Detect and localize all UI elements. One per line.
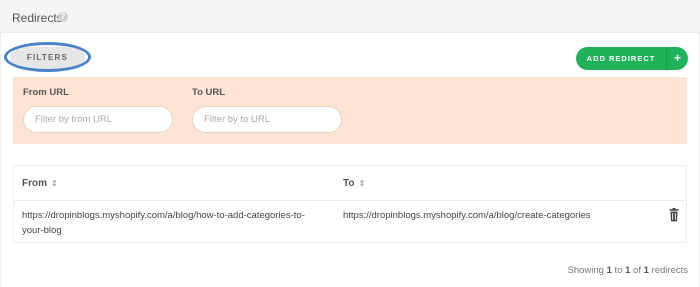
column-header-to-label: To: [343, 178, 355, 189]
sort-icon: ⇕: [51, 179, 58, 188]
pagination-total: 1: [643, 265, 649, 276]
add-redirect-label: ADD REDIRECT: [586, 54, 656, 63]
from-url-label: From URL: [23, 87, 69, 98]
pagination-suffix: redirects: [651, 265, 688, 276]
page-header: Redirects ?: [0, 0, 700, 33]
column-header-to[interactable]: To ⇕: [343, 178, 365, 189]
pagination-start: 1: [606, 265, 612, 276]
filter-panel: From URL To URL: [13, 77, 687, 144]
from-url-input[interactable]: [23, 106, 173, 133]
filters-button[interactable]: FILTERS: [10, 47, 85, 69]
page-title: Redirects: [12, 11, 63, 25]
column-header-from[interactable]: From ⇕: [22, 178, 58, 189]
pagination-prefix: Showing: [567, 265, 604, 276]
plus-icon[interactable]: +: [667, 47, 688, 70]
to-url-label: To URL: [192, 87, 226, 98]
cell-to: https://dropinblogs.myshopify.com/a/blog…: [343, 210, 591, 221]
add-redirect-button[interactable]: ADD REDIRECT +: [576, 47, 688, 70]
redirects-table: From ⇕ To ⇕ https://dropinblogs.myshopify.…: [13, 165, 687, 243]
question-circle-icon[interactable]: ?: [58, 12, 68, 22]
trash-icon[interactable]: [668, 208, 680, 222]
column-header-from-label: From: [22, 178, 47, 189]
header-divider: [14, 200, 686, 201]
sort-icon: ⇕: [358, 179, 366, 188]
pagination-end: 1: [625, 265, 631, 276]
cell-from: https://dropinblogs.myshopify.com/a/blog…: [22, 210, 305, 236]
pagination-summary: Showing 1 to 1 of 1 redirects: [568, 265, 689, 276]
pagination-to-word: to: [614, 265, 623, 276]
to-url-input[interactable]: [192, 106, 342, 133]
pagination-of-word: of: [633, 265, 641, 276]
content-frame: [0, 33, 700, 287]
